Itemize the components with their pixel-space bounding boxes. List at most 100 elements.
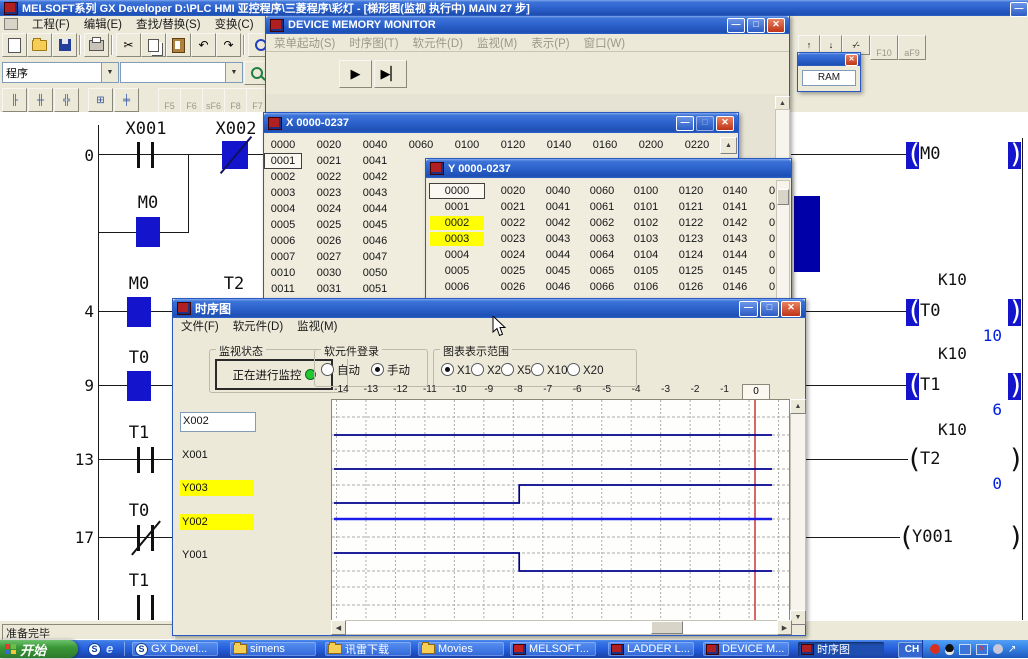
device-cell[interactable]: 0025 — [495, 264, 531, 278]
x-window-titlebar[interactable]: X 0000-0237 — □ ✕ — [264, 113, 738, 133]
scroll-left-button[interactable]: ◀ — [331, 620, 346, 635]
fkey-sf6-button[interactable]: sF6 — [202, 88, 225, 113]
taskbar-item-simens[interactable]: simens — [230, 642, 316, 656]
device-cell[interactable]: 0040 — [540, 184, 576, 198]
device-cell[interactable]: 0105 — [628, 264, 664, 278]
ladder-tool-button[interactable]: ⊞ — [88, 88, 113, 112]
device-cell[interactable]: 0002 — [430, 216, 484, 230]
maximize-icon[interactable]: □ — [760, 301, 779, 317]
contact-label-t0[interactable]: T0 — [119, 348, 159, 368]
new-project-button[interactable] — [2, 33, 27, 57]
minimize-icon[interactable]: — — [739, 301, 758, 317]
taskbar-item-timing-chart[interactable]: 时序图 — [798, 642, 884, 656]
dmm-menu-monitor[interactable]: 监视(M) — [477, 35, 517, 51]
taskbar-item-device-monitor[interactable]: DEVICE M... — [703, 642, 789, 656]
device-cell[interactable]: 0027 — [311, 250, 347, 264]
no-contact-m0-energized[interactable] — [136, 217, 160, 247]
device-cell[interactable]: 0011 — [265, 282, 301, 296]
device-cell[interactable]: 0051 — [357, 282, 393, 296]
device-cell[interactable]: 0026 — [311, 234, 347, 248]
print-button[interactable] — [84, 33, 109, 57]
device-cell[interactable]: 0102 — [628, 216, 664, 230]
device-cell[interactable]: 0123 — [673, 232, 709, 246]
dmm-menu-window[interactable]: 窗口(W) — [584, 35, 626, 51]
device-cell[interactable]: 0103 — [628, 232, 664, 246]
radio-x2[interactable]: X2 — [471, 361, 501, 379]
contact-label-x001[interactable]: X001 — [116, 119, 176, 139]
device-cell[interactable]: 0045 — [540, 264, 576, 278]
monitor-run-button[interactable]: ▶ — [339, 60, 372, 88]
no-contact-t0-energized[interactable] — [127, 371, 151, 401]
device-cell[interactable]: 0020 — [311, 138, 347, 152]
device-cell[interactable]: 0160 — [587, 138, 623, 152]
device-cell[interactable]: 0021 — [495, 200, 531, 214]
signal-label[interactable]: Y001 — [182, 549, 208, 561]
coil-label-t1[interactable]: T1 — [920, 375, 960, 395]
close-icon[interactable]: ✕ — [845, 54, 858, 66]
ladder-tool-button[interactable]: ╫ — [28, 88, 53, 112]
device-cell[interactable]: 0141 — [717, 200, 753, 214]
device-cell[interactable]: 0140 — [717, 184, 753, 198]
contact-label-m0[interactable]: M0 — [128, 193, 168, 213]
no-contact-m0-energized[interactable] — [127, 297, 151, 327]
timing-titlebar[interactable]: 时序图 — □ ✕ — [173, 299, 805, 318]
ladder-tool-button[interactable]: ╪ — [114, 88, 139, 112]
radio-x5[interactable]: X5 — [501, 361, 531, 379]
coil-label-t0[interactable]: T0 — [920, 301, 960, 321]
tray-network-error-icon[interactable]: ✕ — [976, 644, 988, 655]
signal-label-on[interactable]: Y003 — [180, 480, 254, 496]
device-cell[interactable]: 0126 — [673, 280, 709, 294]
device-cell[interactable]: 0064 — [584, 248, 620, 262]
device-cell[interactable]: 0140 — [541, 138, 577, 152]
device-cell[interactable]: 0022 — [495, 216, 531, 230]
device-cell[interactable]: 0001 — [264, 153, 302, 169]
device-search-combobox[interactable]: ▼ — [120, 62, 243, 83]
scroll-up-button[interactable]: ▲ — [790, 399, 806, 414]
dmm-titlebar[interactable]: DEVICE MEMORY MONITOR — □ ✕ — [266, 16, 789, 34]
device-cell[interactable]: 0104 — [628, 248, 664, 262]
radio-manual[interactable]: 手动 — [371, 361, 410, 379]
scroll-right-button[interactable]: ▶ — [777, 620, 792, 635]
program-combobox[interactable]: 程序 ▼ — [2, 62, 119, 83]
device-cell[interactable]: 0143 — [717, 232, 753, 246]
coil-label-m0[interactable]: M0 — [920, 144, 960, 164]
scrollbar-thumb[interactable] — [651, 621, 683, 634]
minimize-icon[interactable]: — — [676, 116, 694, 131]
device-cell[interactable]: 0144 — [717, 248, 753, 262]
device-cell[interactable]: 0046 — [540, 280, 576, 294]
device-cell[interactable]: 0031 — [311, 282, 347, 296]
device-cell[interactable]: 0004 — [430, 248, 484, 262]
device-cell[interactable]: 0000 — [429, 183, 485, 199]
contact-label-t0[interactable]: T0 — [119, 501, 159, 521]
device-cell[interactable]: 0120 — [495, 138, 531, 152]
device-cell[interactable]: 0025 — [311, 218, 347, 232]
ladder-tool-button[interactable]: ╟ — [2, 88, 27, 112]
fkey-f5-button[interactable]: F5 — [158, 88, 181, 113]
redo-button[interactable]: ↷ — [216, 33, 241, 57]
maximize-icon[interactable]: □ — [696, 116, 714, 131]
timing-hscrollbar[interactable] — [331, 620, 792, 635]
dmm-menu-display[interactable]: 表示(P) — [531, 35, 569, 51]
copy-button[interactable] — [141, 33, 166, 57]
ladder-tool-button[interactable]: ╬ — [54, 88, 79, 112]
device-cell[interactable]: 0024 — [495, 248, 531, 262]
menu-project[interactable]: 工程(F) — [32, 16, 70, 32]
taskbar-item-movies[interactable]: Movies — [418, 642, 504, 656]
taskbar-item-xunlei[interactable]: 讯雷下载 — [325, 642, 411, 656]
device-cell[interactable]: 0004 — [265, 202, 301, 216]
device-cell[interactable]: 0022 — [311, 170, 347, 184]
taskbar-item-melsoft[interactable]: MELSOFT... — [510, 642, 596, 656]
coil-label-t2[interactable]: T2 — [920, 449, 960, 469]
minimize-icon[interactable]: — — [727, 18, 745, 33]
timing-plot-area[interactable] — [331, 399, 790, 623]
device-cell[interactable]: 0062 — [584, 216, 620, 230]
fkey-f6-button[interactable]: F6 — [180, 88, 203, 113]
device-cell[interactable]: 0000 — [265, 138, 301, 152]
chevron-down-icon[interactable]: ▼ — [225, 63, 242, 82]
radio-x20[interactable]: X20 — [567, 361, 603, 379]
device-cell[interactable]: 0066 — [584, 280, 620, 294]
device-cell[interactable]: 0040 — [357, 138, 393, 152]
timing-menu-file[interactable]: 文件(F) — [181, 318, 219, 334]
device-cell[interactable]: 0043 — [357, 186, 393, 200]
maximize-icon[interactable]: □ — [747, 18, 765, 33]
